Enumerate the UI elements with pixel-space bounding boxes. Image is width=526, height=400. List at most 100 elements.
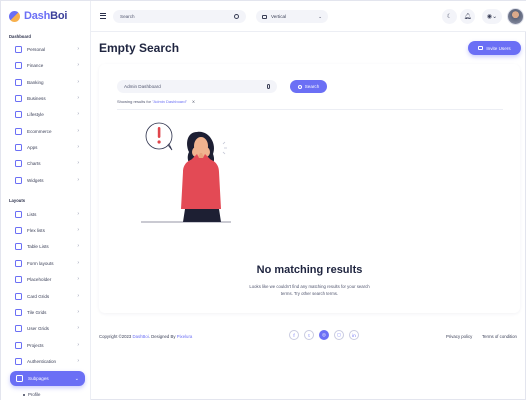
chevron-right-icon: › <box>77 243 79 249</box>
sidebar-item-charts[interactable]: Charts › <box>15 157 79 169</box>
chevron-right-icon: › <box>77 260 79 266</box>
sidebar-item-label: Projects <box>27 342 44 348</box>
brand-logo[interactable]: DashBoi <box>9 8 67 24</box>
chevron-right-icon: › <box>77 211 79 217</box>
subpages-icon <box>16 375 23 382</box>
card-grid-icon <box>15 292 22 300</box>
twitter-icon[interactable]: t <box>304 330 314 340</box>
sidebar-item-apps[interactable]: Apps › <box>15 141 79 153</box>
logo-icon <box>9 10 20 22</box>
sidebar: DashBoi Dashboard Personal › Finance › Ban… <box>1 1 91 400</box>
chevron-right-icon: › <box>77 160 79 166</box>
privacy-policy-link[interactable]: Privacy policy <box>446 334 472 339</box>
confused-woman-illustration <box>141 122 231 223</box>
notification-bell-icon[interactable]: 🔔︎ <box>460 9 475 24</box>
sidebar-item-widgets[interactable]: Widgets › <box>15 174 79 186</box>
user-grid-icon <box>15 324 22 332</box>
chevron-right-icon: › <box>77 111 79 117</box>
sidebar-item-user-grids[interactable]: User Grids › <box>15 322 79 334</box>
brand-name-part2: Boi <box>50 10 68 22</box>
sidebar-item-label: Banking <box>27 79 44 85</box>
sidebar-item-authentication[interactable]: Authentication › <box>15 355 79 367</box>
language-globe-icon[interactable]: ◉⌄ <box>482 9 502 24</box>
placeholder-icon <box>15 275 22 283</box>
chevron-down-icon: ⌄ <box>74 375 79 382</box>
search-input[interactable]: Search <box>113 10 246 23</box>
sidebar-item-label: Business <box>27 95 46 101</box>
sidebar-item-finance[interactable]: Finance › <box>15 59 79 71</box>
sidebar-section-dashboard: Dashboard <box>9 34 31 39</box>
layout-select-value: Vertical <box>271 14 287 19</box>
sidebar-item-label: Authentication <box>27 358 57 364</box>
chevron-right-icon: › <box>77 342 79 348</box>
finance-icon <box>15 61 22 69</box>
linkedin-icon[interactable]: in <box>349 330 359 340</box>
sidebar-item-flex-lists[interactable]: Flex lists › <box>15 224 79 236</box>
layout-icon <box>262 14 267 19</box>
widget-icon <box>15 176 22 184</box>
copyright-prefix: Copyright ©2023 <box>99 334 132 339</box>
copyright-brand-link[interactable]: DashBoi <box>133 334 149 339</box>
chevron-right-icon: › <box>77 62 79 68</box>
chevron-right-icon: › <box>77 293 79 299</box>
project-icon <box>15 341 22 349</box>
chevron-right-icon: › <box>77 128 79 134</box>
chart-icon <box>15 159 22 167</box>
chevron-right-icon: › <box>77 227 79 233</box>
designer-link[interactable]: Pixelura <box>177 334 193 339</box>
sidebar-item-label: Widgets <box>27 177 44 183</box>
sidebar-item-personal[interactable]: Personal › <box>15 43 79 55</box>
clear-search-button[interactable]: X <box>192 99 195 104</box>
sidebar-item-placeholder[interactable]: Placeholder › <box>15 273 79 285</box>
search-button[interactable]: Search <box>290 80 327 93</box>
chevron-right-icon: › <box>77 309 79 315</box>
microphone-icon[interactable] <box>267 84 270 89</box>
avatar[interactable] <box>507 8 524 25</box>
sidebar-item-tile-grids[interactable]: Tile Grids › <box>15 306 79 318</box>
form-icon <box>15 259 22 267</box>
sidebar-item-banking[interactable]: Banking › <box>15 76 79 88</box>
sidebar-item-lists[interactable]: Lists › <box>15 208 79 220</box>
flex-list-icon <box>15 226 22 234</box>
footer: Copyright ©2023 DashBoi. Designed By Pix… <box>91 317 526 355</box>
sidebar-item-form-layouts[interactable]: Form layouts › <box>15 257 79 269</box>
instagram-icon[interactable]: ◻ <box>334 330 344 340</box>
sidebar-subitem-profile[interactable]: Profile <box>23 392 40 397</box>
search-query-input[interactable]: Admin Dashboard <box>117 80 277 93</box>
dark-mode-toggle-icon[interactable]: ☾ <box>442 9 457 24</box>
sidebar-item-label: Placeholder <box>27 276 52 282</box>
sidebar-item-ecommerce[interactable]: Ecommerce › <box>15 125 79 137</box>
tile-grid-icon <box>15 308 22 316</box>
sidebar-item-business[interactable]: Business › <box>15 92 79 104</box>
sidebar-item-label: User Grids <box>27 325 49 331</box>
facebook-icon[interactable]: f <box>289 330 299 340</box>
chevron-right-icon: › <box>77 358 79 364</box>
sidebar-item-label: Table Lists <box>27 243 49 249</box>
sidebar-item-label: Finance <box>27 62 44 68</box>
briefcase-icon <box>15 94 22 102</box>
sidebar-item-label: Subpages <box>28 376 49 381</box>
sidebar-item-card-grids[interactable]: Card Grids › <box>15 290 79 302</box>
showing-prefix: Showing results for <box>117 99 152 104</box>
sidebar-item-lifestyle[interactable]: Lifestyle › <box>15 108 79 120</box>
sidebar-item-projects[interactable]: Projects › <box>15 339 79 351</box>
sidebar-item-label: Form layouts <box>27 260 54 266</box>
search-button-label: Search <box>304 84 320 89</box>
search-query-value: Admin Dashboard <box>124 84 161 89</box>
search-icon[interactable] <box>234 14 239 19</box>
sidebar-item-table-lists[interactable]: Table Lists › <box>15 240 79 252</box>
sidebar-item-label: Flex lists <box>27 227 45 233</box>
dribbble-icon[interactable]: ◎ <box>319 330 329 340</box>
invite-users-button[interactable]: Invite Users <box>468 41 521 55</box>
terms-link[interactable]: Terms of condition <box>482 334 517 339</box>
sidebar-item-subpages[interactable]: Subpages ⌄ <box>10 371 85 386</box>
layout-select[interactable]: Vertical ⌄ <box>256 10 328 23</box>
table-icon <box>15 242 22 250</box>
copyright-text: Copyright ©2023 DashBoi. Designed By Pix… <box>99 334 192 339</box>
copyright-mid: . Designed By <box>148 334 176 339</box>
showing-query: "Admin Dashboard" <box>152 99 187 104</box>
menu-icon[interactable] <box>100 13 106 19</box>
topbar: Search Vertical ⌄ ☾ 🔔︎ ◉⌄ <box>91 1 526 32</box>
empty-state-description: Looks like we couldn't find any matching… <box>249 284 370 296</box>
sidebar-item-label: Lifestyle <box>27 111 44 117</box>
